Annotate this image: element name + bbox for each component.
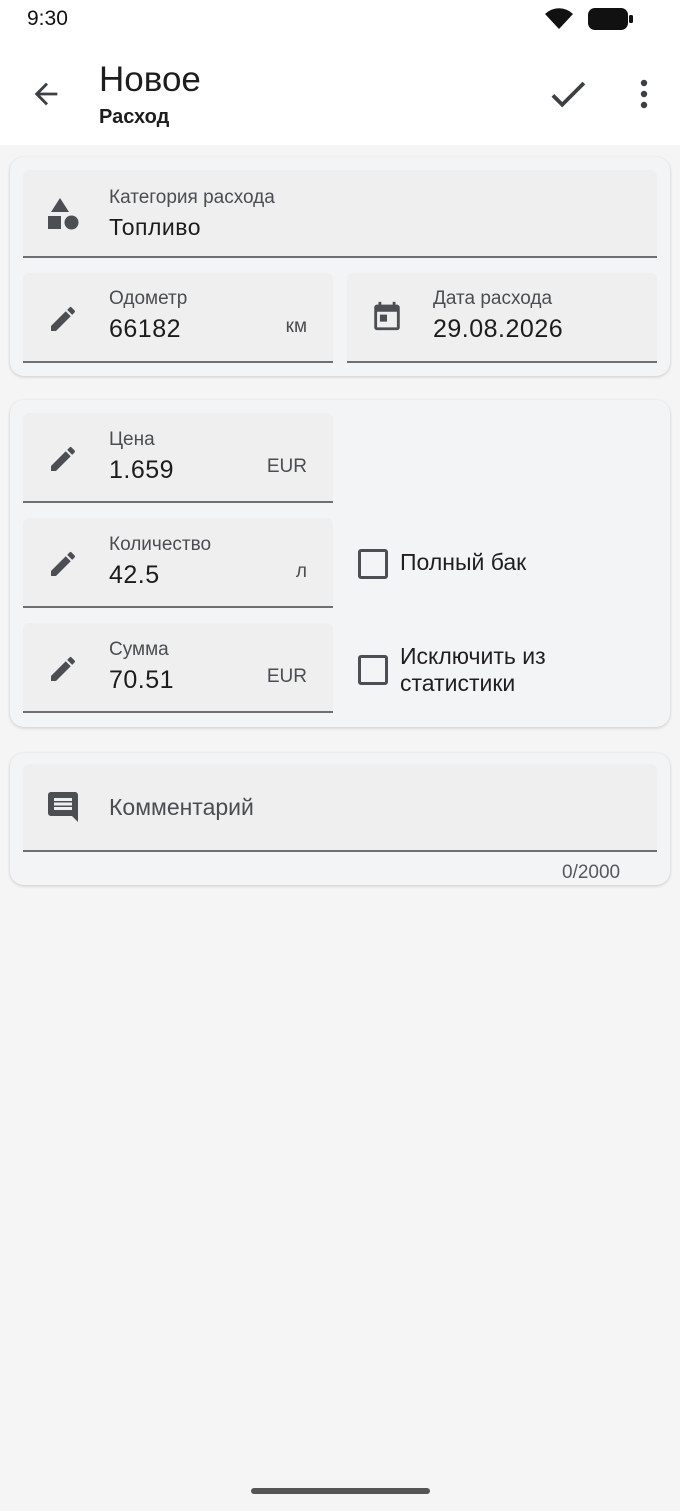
comment-counter: 0/2000 — [562, 862, 621, 883]
status-icons — [544, 7, 634, 36]
odometer-value: 66182 — [109, 315, 182, 343]
date-value: 29.08.2026 — [433, 315, 564, 343]
total-field[interactable]: Сумма 70.51 EUR — [23, 623, 333, 713]
date-label: Дата расхода — [433, 288, 553, 309]
page-title: Новое — [99, 60, 201, 99]
odometer-unit: км — [285, 316, 307, 337]
comment-icon — [45, 789, 81, 825]
date-field[interactable]: Дата расхода 29.08.2026 — [347, 273, 657, 363]
app-bar: Новое Расход — [0, 40, 680, 145]
price-field[interactable]: Цена 1.659 EUR — [23, 413, 333, 503]
exclude-stats-checkbox-box[interactable] — [358, 655, 388, 685]
fuel-card: Цена 1.659 EUR Количество 42.5 л Сумма 7… — [10, 400, 670, 727]
category-shapes-icon — [45, 196, 81, 232]
pencil-icon — [45, 546, 81, 582]
pencil-icon — [45, 441, 81, 477]
comment-placeholder: Комментарий — [109, 794, 254, 820]
total-currency: EUR — [266, 666, 307, 687]
category-value: Топливо — [109, 214, 202, 240]
full-tank-checkbox[interactable]: Полный бак — [358, 549, 526, 579]
category-field[interactable]: Категория расхода Топливо — [23, 170, 657, 258]
arrow-back-icon — [34, 82, 58, 106]
comment-card: Комментарий 0/2000 — [10, 753, 670, 885]
total-label: Сумма — [109, 639, 169, 660]
general-card: Категория расхода Топливо Одометр 66182 … — [10, 157, 670, 376]
status-time: 9:30 — [27, 7, 68, 30]
more-options-button[interactable] — [622, 70, 666, 118]
exclude-stats-label-line1: Исключить из — [400, 643, 546, 669]
price-currency: EUR — [266, 456, 307, 477]
price-value: 1.659 — [109, 456, 175, 484]
check-icon — [551, 81, 586, 108]
home-indicator[interactable] — [251, 1488, 430, 1494]
total-value: 70.51 — [109, 666, 175, 694]
full-tank-label: Полный бак — [400, 549, 527, 575]
page-subtitle: Расход — [99, 106, 170, 128]
quantity-value: 42.5 — [109, 561, 160, 589]
save-button[interactable] — [540, 66, 596, 122]
status-bar: 9:30 — [0, 0, 680, 40]
calendar-icon — [369, 298, 405, 334]
category-label: Категория расхода — [109, 187, 275, 208]
comment-field[interactable]: Комментарий — [23, 764, 657, 852]
odometer-label: Одометр — [109, 288, 188, 309]
quantity-label: Количество — [109, 534, 212, 555]
wifi-icon — [544, 7, 574, 36]
full-tank-checkbox-box[interactable] — [358, 549, 388, 579]
pencil-icon — [45, 651, 81, 687]
exclude-stats-label-line2: статистики — [400, 670, 516, 696]
battery-icon — [588, 7, 634, 36]
quantity-field[interactable]: Количество 42.5 л — [23, 518, 333, 608]
more-vert-icon — [640, 79, 648, 109]
back-button[interactable] — [22, 70, 70, 118]
pencil-icon — [45, 301, 81, 337]
exclude-stats-label: Исключить из статистики — [400, 643, 546, 697]
odometer-field[interactable]: Одометр 66182 км — [23, 273, 333, 363]
exclude-stats-checkbox[interactable]: Исключить из статистики — [358, 643, 546, 697]
quantity-unit: л — [295, 561, 307, 582]
price-label: Цена — [109, 429, 155, 450]
